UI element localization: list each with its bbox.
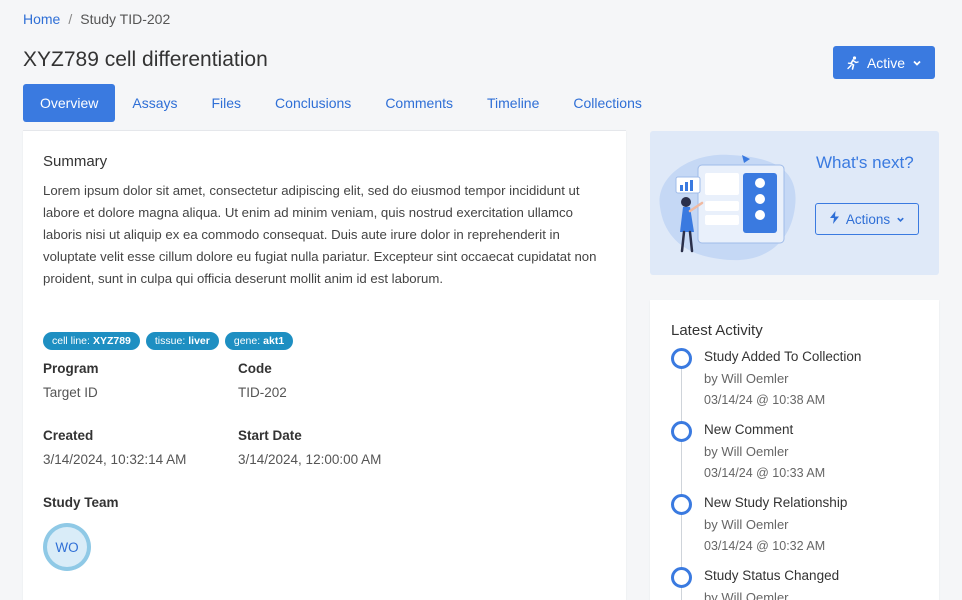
study-team-label: Study Team: [43, 495, 119, 510]
activity-author: by Will Oemler: [704, 590, 789, 600]
activity-name: New Comment: [704, 422, 794, 437]
chevron-down-icon: [896, 212, 905, 227]
avatar[interactable]: WO: [43, 523, 91, 571]
activity-name: Study Status Changed: [704, 568, 840, 583]
field-created-value: 3/14/2024, 10:32:14 AM: [43, 452, 187, 467]
tab-files[interactable]: Files: [194, 84, 258, 122]
tab-overview[interactable]: Overview: [23, 84, 116, 122]
breadcrumb-separator: /: [68, 11, 73, 27]
tag-gene[interactable]: gene: akt1: [224, 332, 294, 350]
activity-author: by Will Oemler: [704, 444, 789, 459]
activity-author: by Will Oemler: [704, 371, 789, 386]
activity-time: 03/14/24 @ 10:33 AM: [704, 466, 826, 480]
tab-timeline[interactable]: Timeline: [470, 84, 556, 122]
timeline-dot-icon: [671, 494, 692, 515]
tab-conclusions[interactable]: Conclusions: [258, 84, 368, 122]
summary-text: Lorem ipsum dolor sit amet, consectetur …: [43, 183, 597, 286]
summary-card: Summary Lorem ipsum dolor sit amet, cons…: [23, 130, 626, 600]
whats-next-title: What's next?: [816, 153, 914, 172]
tag-list: cell line: XYZ789 tissue: liver gene: akt1: [43, 332, 294, 350]
tab-comments[interactable]: Comments: [368, 84, 470, 122]
field-program-label: Program: [43, 361, 99, 376]
tag-cell-line[interactable]: cell line: XYZ789: [43, 332, 140, 350]
dashboard-illustration-icon: [650, 147, 800, 272]
field-code: Code TID-202: [238, 361, 287, 400]
activity-time: 03/14/24 @ 10:32 AM: [704, 539, 826, 553]
breadcrumb-home-link[interactable]: Home: [23, 11, 60, 27]
activity-name: Study Added To Collection: [704, 349, 862, 364]
field-created-label: Created: [43, 428, 94, 443]
breadcrumb-current: Study TID-202: [80, 11, 171, 27]
field-program-value: Target ID: [43, 385, 98, 400]
status-button[interactable]: Active: [833, 46, 935, 79]
timeline-dot-icon: [671, 348, 692, 369]
timeline-dot-icon: [671, 567, 692, 588]
activity-time: 03/14/24 @ 10:38 AM: [704, 393, 826, 407]
tab-bar: Overview Assays Files Conclusions Commen…: [23, 84, 659, 122]
field-start-date-value: 3/14/2024, 12:00:00 AM: [238, 452, 382, 467]
tag-tissue[interactable]: tissue: liver: [145, 332, 219, 350]
avatar-initials: WO: [47, 527, 87, 567]
actions-button-label: Actions: [845, 211, 891, 227]
field-created: Created 3/14/2024, 10:32:14 AM: [43, 428, 186, 467]
summary-title: Summary: [43, 153, 108, 170]
timeline-dot-icon: [671, 421, 692, 442]
tag-value: akt1: [263, 335, 285, 347]
running-person-icon: [846, 55, 860, 70]
tag-key: tissue:: [154, 335, 186, 347]
study-team: Study Team: [43, 495, 119, 510]
latest-activity-card: Latest Activity Study Added To Collectio…: [650, 300, 939, 600]
activity-title: Latest Activity: [671, 322, 763, 339]
tag-value: XYZ789: [92, 335, 131, 347]
tab-assays[interactable]: Assays: [115, 84, 194, 122]
tag-key: gene:: [233, 335, 261, 347]
whats-next-card: What's next? Actions: [650, 131, 939, 275]
field-code-value: TID-202: [238, 385, 287, 400]
lightning-icon: [829, 211, 840, 227]
field-start-date-label: Start Date: [238, 428, 302, 443]
field-code-label: Code: [238, 361, 272, 376]
field-program: Program Target ID: [43, 361, 99, 400]
actions-button[interactable]: Actions: [815, 203, 919, 235]
chevron-down-icon: [912, 58, 922, 68]
breadcrumb: Home / Study TID-202: [23, 11, 170, 27]
status-button-label: Active: [866, 54, 906, 71]
timeline-line: [681, 358, 682, 600]
activity-author: by Will Oemler: [704, 517, 789, 532]
tag-value: liver: [188, 335, 210, 347]
tag-key: cell line:: [52, 335, 90, 347]
activity-name: New Study Relationship: [704, 495, 848, 510]
field-start-date: Start Date 3/14/2024, 12:00:00 AM: [238, 428, 381, 467]
tab-collections[interactable]: Collections: [556, 84, 658, 122]
page-title: XYZ789 cell differentiation: [23, 48, 268, 71]
